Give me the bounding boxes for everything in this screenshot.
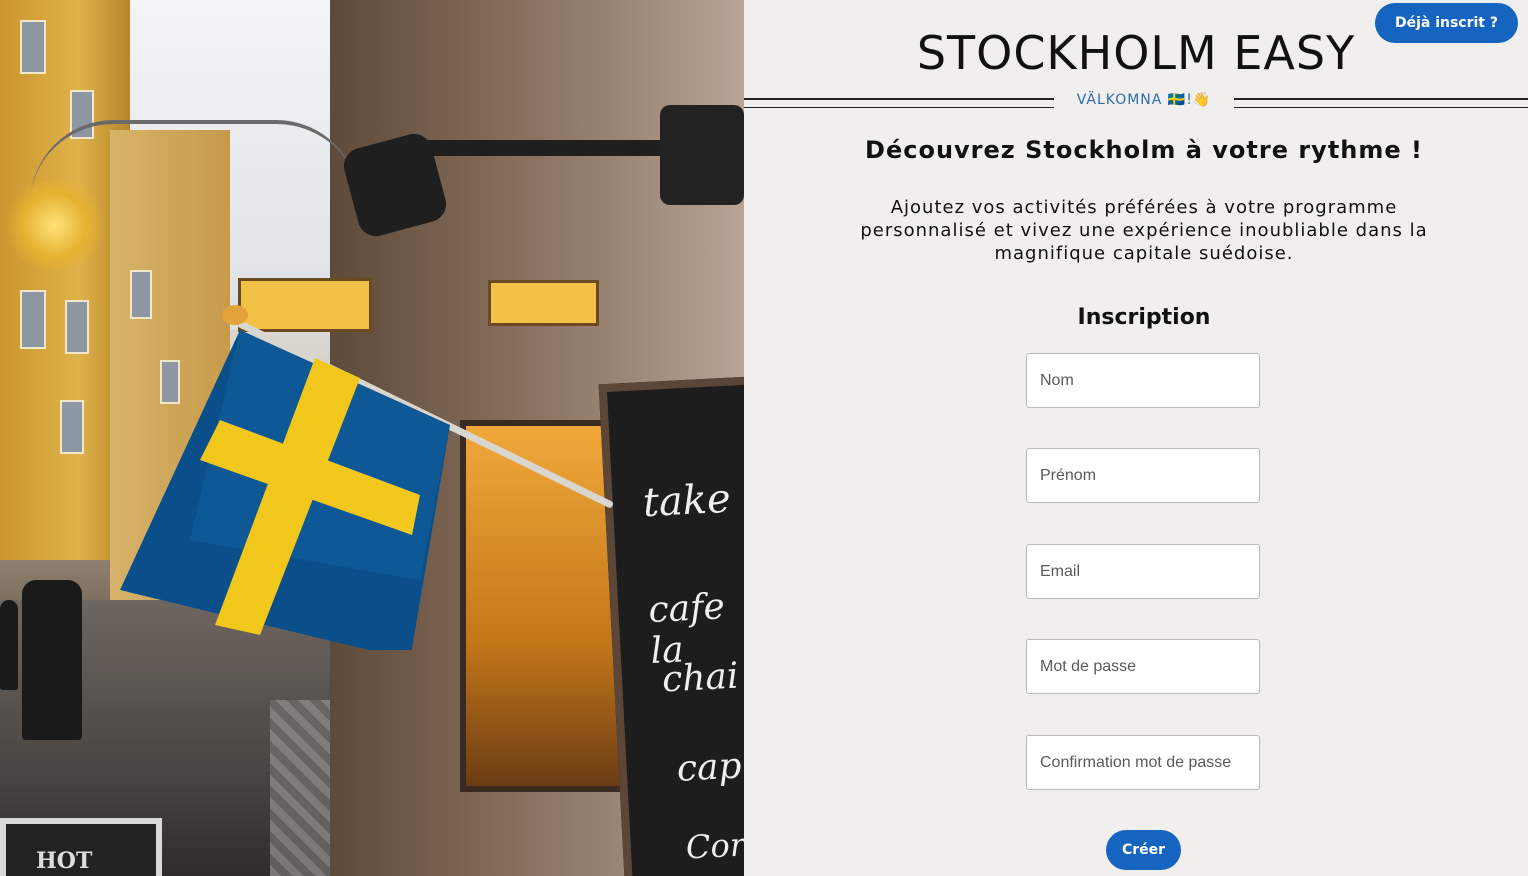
photo-pedestrian — [0, 600, 18, 690]
last-name-field[interactable] — [1026, 353, 1260, 408]
divider-right — [1234, 98, 1528, 108]
photo-window — [60, 400, 84, 454]
welcome-text: VÄLKOMNA 🇸🇪!👋 — [1076, 92, 1212, 108]
photo-window — [20, 20, 46, 74]
photo-window — [130, 270, 152, 319]
board-word: take — [641, 475, 732, 527]
board-word: chai l — [661, 654, 744, 701]
signup-panel: Déjà inscrit ? STOCKHOLM EASY VÄLKOMNA 🇸… — [744, 0, 1528, 876]
password-field[interactable] — [1026, 639, 1260, 694]
hero-photo: take cafe la chai l cappu Corta HOT — [0, 0, 744, 876]
photo-window — [20, 290, 46, 349]
photo-flagpole-finial — [222, 305, 248, 325]
brand-title: STOCKHOLM EASY — [916, 26, 1356, 80]
board-word: Corta — [684, 823, 744, 867]
photo-light-star — [0, 180, 110, 270]
photo-window — [65, 300, 89, 354]
email-field[interactable] — [1026, 544, 1260, 599]
tagline: Découvrez Stockholm à votre rythme ! — [865, 136, 1423, 164]
photo-chalkboard: take cafe la chai l cappu Corta — [598, 376, 744, 876]
first-name-field[interactable] — [1026, 448, 1260, 503]
photo-lamp-mount — [660, 105, 744, 205]
confirm-password-field[interactable] — [1026, 735, 1260, 790]
board-word: cappu — [675, 743, 744, 790]
photo-pedestrian — [22, 580, 82, 740]
hot-sign-text: HOT — [36, 848, 93, 874]
intro-text: Ajoutez vos activités préférées à votre … — [860, 197, 1428, 264]
photo-shop-sign — [488, 280, 599, 326]
create-account-button[interactable]: Créer — [1106, 830, 1181, 870]
divider-left — [744, 98, 1054, 108]
form-title: Inscription — [1077, 305, 1211, 330]
swedish-flag-icon — [120, 330, 450, 650]
photo-hot-sign: HOT — [0, 818, 162, 876]
photo-shop-sign — [238, 278, 372, 332]
